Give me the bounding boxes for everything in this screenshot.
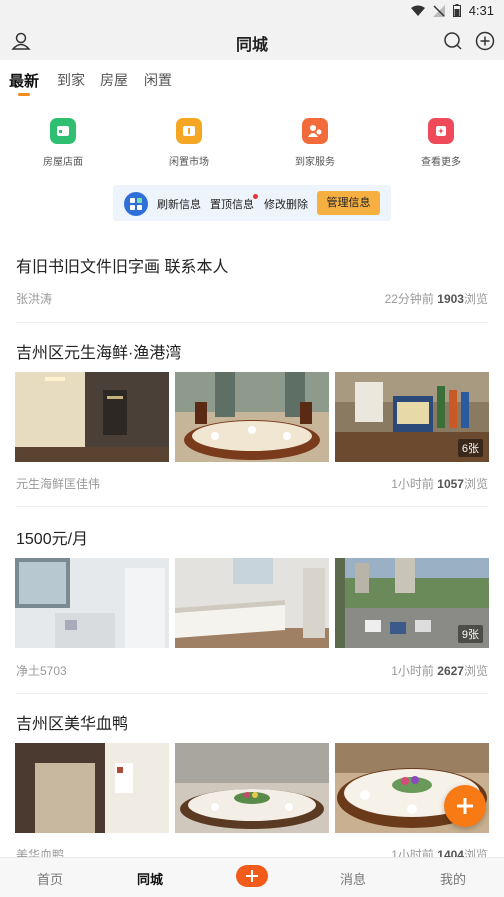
post-image[interactable] [175, 372, 329, 462]
post-meta: 净土5703 1小时前 2627浏览 [16, 664, 488, 678]
market-icon [176, 118, 202, 144]
post-image[interactable] [15, 743, 169, 833]
image-count-badge: 9张 [457, 625, 483, 643]
status-bar: 4:31 [0, 0, 504, 22]
notification-dot [253, 194, 258, 199]
tab-secondhand[interactable]: 闲置 [144, 70, 172, 90]
quick-link-market[interactable]: 闲置市场 [139, 110, 239, 168]
quick-link-service[interactable]: 到家服务 [265, 110, 365, 168]
manage-info-button[interactable]: 管理信息 [317, 191, 380, 215]
nav-messages[interactable]: 消息 [340, 869, 366, 888]
nav-home[interactable]: 首页 [37, 869, 63, 888]
image-count-badge: 6张 [457, 439, 483, 457]
divider [16, 322, 488, 323]
post-views: 1903 [437, 292, 464, 306]
post-time: 22分钟前 [384, 292, 434, 306]
post-meta: 元生海鲜匡佳伟 1小时前 1057浏览 [16, 477, 488, 491]
wifi-icon [410, 5, 425, 16]
bottom-navigation: 首页 同城 消息 我的 [0, 857, 504, 897]
divider [16, 693, 488, 694]
post-title[interactable]: 1500元/月 [16, 525, 88, 549]
post-meta: 张洪涛 22分钟前 1903浏览 [16, 292, 488, 306]
status-time: 4:31 [468, 3, 494, 18]
quick-link-more[interactable]: 查看更多 [391, 110, 491, 168]
category-tabs: 最新 到家 房屋 闲置 [0, 60, 504, 100]
post-image[interactable]: 6张 [335, 372, 489, 462]
plus-icon [457, 798, 473, 814]
edit-delete-link[interactable]: 修改删除 [264, 196, 308, 212]
tab-home-service[interactable]: 到家 [57, 70, 85, 90]
top-info-link[interactable]: 置顶信息 [210, 196, 254, 212]
store-icon [50, 118, 76, 144]
battery-icon [452, 4, 461, 17]
add-circle-icon[interactable] [474, 30, 496, 52]
page-title: 同城 [235, 37, 268, 54]
post-time: 1小时前 [391, 477, 434, 491]
post-image[interactable] [15, 372, 169, 462]
info-management-banner[interactable]: 刷新信息 置顶信息 修改删除 管理信息 [113, 185, 391, 221]
post-title[interactable]: 吉州区美华血鸭 [16, 710, 128, 734]
tab-housing[interactable]: 房屋 [100, 70, 128, 90]
post-views: 1057 [437, 477, 464, 491]
service-icon [302, 118, 328, 144]
post-image[interactable] [15, 558, 169, 648]
nav-publish-button[interactable] [236, 865, 268, 887]
post-image[interactable] [175, 743, 329, 833]
post-author: 元生海鲜匡佳伟 [16, 477, 101, 491]
top-bar: 同城 [0, 22, 504, 60]
quick-links: 房屋店面 闲置市场 到家服务 查看更多 [0, 110, 504, 174]
divider [16, 506, 488, 507]
quick-link-store[interactable]: 房屋店面 [13, 110, 113, 168]
floating-add-button[interactable] [444, 785, 486, 827]
grid-logo-icon [124, 192, 148, 216]
post-title[interactable]: 有旧书旧文件旧字画 联系本人 [16, 253, 228, 277]
nav-profile[interactable]: 我的 [440, 869, 466, 888]
post-image[interactable] [175, 558, 329, 648]
active-tab-indicator [18, 93, 30, 96]
post-author: 张洪涛 [16, 292, 53, 306]
post-image[interactable]: 9张 [335, 558, 489, 648]
post-author: 净土5703 [16, 664, 67, 678]
tab-latest[interactable]: 最新 [9, 70, 39, 91]
nav-local[interactable]: 同城 [137, 869, 163, 888]
no-signal-icon [432, 4, 445, 17]
post-views: 2627 [437, 664, 464, 678]
plus-icon [246, 870, 258, 882]
post-time: 1小时前 [391, 664, 434, 678]
post-title[interactable]: 吉州区元生海鲜·渔港湾 [16, 339, 181, 363]
refresh-info-link[interactable]: 刷新信息 [157, 196, 201, 212]
more-icon [428, 118, 454, 144]
search-icon[interactable] [442, 30, 464, 52]
